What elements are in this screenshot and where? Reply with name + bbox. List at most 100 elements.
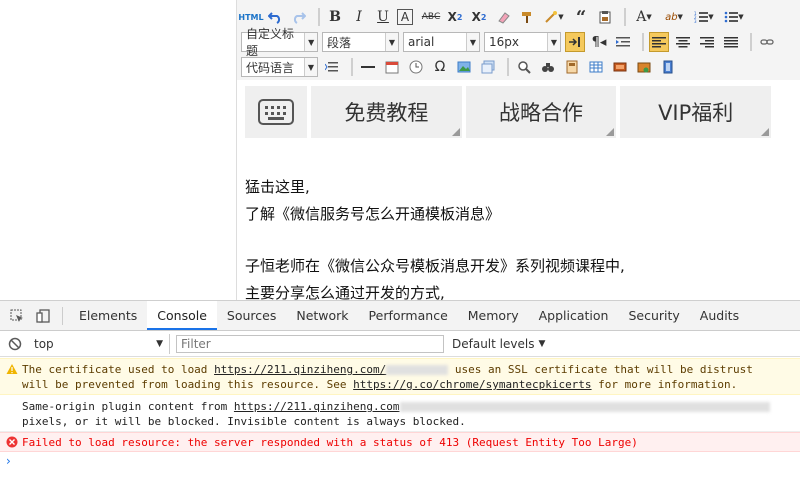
- info-link[interactable]: https://211.qinziheng.com: [234, 400, 400, 413]
- console-error-message: Failed to load resource: the server resp…: [0, 432, 800, 452]
- eraser-icon[interactable]: [493, 7, 513, 27]
- align-left-icon[interactable]: [649, 32, 669, 52]
- font-size-select-value: 16px: [489, 35, 519, 49]
- tabbar-divider: [62, 306, 63, 325]
- multi-image-icon[interactable]: [478, 57, 498, 77]
- tab-sources[interactable]: Sources: [217, 301, 286, 330]
- ltr-direction-icon[interactable]: [565, 32, 585, 52]
- special-char-icon[interactable]: Ω: [430, 57, 450, 77]
- paragraph-select[interactable]: 段落 ▼: [322, 32, 399, 52]
- clear-console-icon[interactable]: [2, 331, 28, 357]
- tab-network[interactable]: Network: [286, 301, 358, 330]
- indent-icon[interactable]: [613, 32, 633, 52]
- video-icon[interactable]: [610, 57, 630, 77]
- italic-icon[interactable]: I: [349, 7, 369, 27]
- log-levels-select[interactable]: Default levels ▼: [452, 337, 545, 351]
- toolbar-divider: [507, 58, 509, 76]
- devtools-tabbar: Elements Console Sources Network Perform…: [0, 301, 800, 331]
- link-icon[interactable]: [757, 32, 777, 52]
- symantec-certs-link[interactable]: https://g.co/chrome/symantecpkicerts: [353, 378, 591, 391]
- warning-line-1: The certificate used to load https://211…: [22, 362, 800, 377]
- font-size-select[interactable]: 16px ▼: [484, 32, 561, 52]
- tab-performance[interactable]: Performance: [359, 301, 458, 330]
- find-replace-icon[interactable]: [514, 57, 534, 77]
- console-filter-input[interactable]: Filter: [176, 334, 444, 353]
- preview-icon[interactable]: [538, 57, 558, 77]
- highlight-color-icon[interactable]: ab ▼: [661, 7, 687, 27]
- redo-icon[interactable]: [289, 7, 309, 27]
- tab-audits[interactable]: Audits: [690, 301, 749, 330]
- paste-plain-icon[interactable]: [595, 7, 615, 27]
- font-family-select[interactable]: arial ▼: [403, 32, 480, 52]
- align-right-icon[interactable]: [697, 32, 717, 52]
- info-text: Same-origin plugin content from: [22, 400, 234, 413]
- console-warning-message: The certificate used to load https://211…: [0, 358, 800, 395]
- editor-content[interactable]: 免费教程 战略合作 VIP福利 猛击这里, 了解《微信服务号怎么开通模板消息》 …: [237, 80, 800, 302]
- banner-item-vip[interactable]: VIP福利: [620, 86, 771, 138]
- page-break-icon[interactable]: [322, 57, 342, 77]
- warning-text: will be prevented from loading this reso…: [22, 378, 354, 391]
- tab-application[interactable]: Application: [529, 301, 619, 330]
- table-icon[interactable]: [586, 57, 606, 77]
- font-family-select-value: arial: [408, 35, 435, 49]
- error-text: Failed to load resource: the server resp…: [22, 436, 638, 449]
- undo-icon[interactable]: [265, 7, 285, 27]
- warning-text: The certificate used to load: [22, 363, 215, 376]
- warning-link[interactable]: https://211.qinziheng.com/: [214, 363, 386, 376]
- chevron-down-icon: ▼: [466, 33, 479, 51]
- font-color-icon[interactable]: A ▼: [631, 7, 657, 27]
- template-icon[interactable]: [562, 57, 582, 77]
- content-paragraph: 了解《微信服务号怎么开通模板消息》: [245, 205, 501, 223]
- banner-item-partnership[interactable]: 战略合作: [466, 86, 621, 138]
- rich-text-editor: HTML B I U A ABC X2 X2 ▼ “ A ▼ ab ▼ 1 2 …: [237, 0, 800, 302]
- console-prompt-icon[interactable]: ›: [6, 454, 11, 468]
- horizontal-rule-icon[interactable]: [358, 57, 378, 77]
- tab-memory[interactable]: Memory: [458, 301, 529, 330]
- context-select[interactable]: top ▼: [28, 333, 170, 354]
- align-center-icon[interactable]: [673, 32, 693, 52]
- time-icon[interactable]: [406, 57, 426, 77]
- content-paragraph: 猛击这里,: [245, 178, 310, 196]
- html-source-icon[interactable]: HTML: [238, 7, 263, 27]
- toolbar-divider: [318, 8, 320, 26]
- content-banner: 免费教程 战略合作 VIP福利: [245, 86, 771, 138]
- bold-icon[interactable]: B: [325, 7, 345, 27]
- left-blank-panel: [0, 0, 237, 300]
- font-border-icon[interactable]: A: [397, 9, 413, 25]
- tab-console[interactable]: Console: [147, 301, 217, 330]
- image-icon[interactable]: [454, 57, 474, 77]
- devtools-panel: Elements Console Sources Network Perform…: [0, 300, 800, 487]
- heading-select[interactable]: 自定义标题 ▼: [241, 27, 318, 58]
- code-language-select[interactable]: 代码语言 ▼: [241, 57, 318, 77]
- blockquote-icon[interactable]: “: [571, 7, 591, 28]
- format-painter-icon[interactable]: [517, 7, 537, 27]
- strikethrough-icon[interactable]: ABC: [421, 7, 441, 27]
- chevron-down-icon: ▼: [304, 33, 317, 51]
- device-toolbar-icon[interactable]: [30, 303, 56, 329]
- banner-item-free-tutorial[interactable]: 免费教程: [311, 86, 466, 138]
- chevron-down-icon: ▼: [304, 58, 317, 76]
- redacted-area: [386, 365, 449, 375]
- inspect-element-icon[interactable]: [4, 303, 30, 329]
- redacted-area: [399, 402, 770, 412]
- music-icon[interactable]: [634, 57, 654, 77]
- date-icon[interactable]: [382, 57, 402, 77]
- ordered-list-icon[interactable]: 1 2 3 ▼: [691, 7, 717, 27]
- toolbar-divider: [642, 33, 644, 51]
- heading-select-value: 自定义标题: [246, 27, 295, 58]
- rtl-direction-icon[interactable]: ¶◂: [589, 32, 609, 52]
- warning-text: for more information.: [591, 378, 738, 391]
- superscript-icon[interactable]: X2: [445, 7, 465, 27]
- tab-security[interactable]: Security: [618, 301, 689, 330]
- info-line-2: pixels, or it will be blocked. Invisible…: [22, 415, 466, 428]
- subscript-icon[interactable]: X2: [469, 7, 489, 27]
- info-line-1: Same-origin plugin content from https://…: [22, 399, 800, 414]
- warning-text: uses an SSL certificate that will be dis…: [448, 363, 753, 376]
- align-justify-icon[interactable]: [721, 32, 741, 52]
- toolbar-row-1: HTML B I U A ABC X2 X2 ▼ “ A ▼ ab ▼ 1 2 …: [238, 6, 751, 28]
- underline-icon[interactable]: U: [373, 7, 393, 27]
- auto-format-icon[interactable]: ▼: [541, 7, 567, 27]
- unordered-list-icon[interactable]: ▼: [721, 7, 747, 27]
- attachment-icon[interactable]: [658, 57, 678, 77]
- tab-elements[interactable]: Elements: [69, 301, 147, 330]
